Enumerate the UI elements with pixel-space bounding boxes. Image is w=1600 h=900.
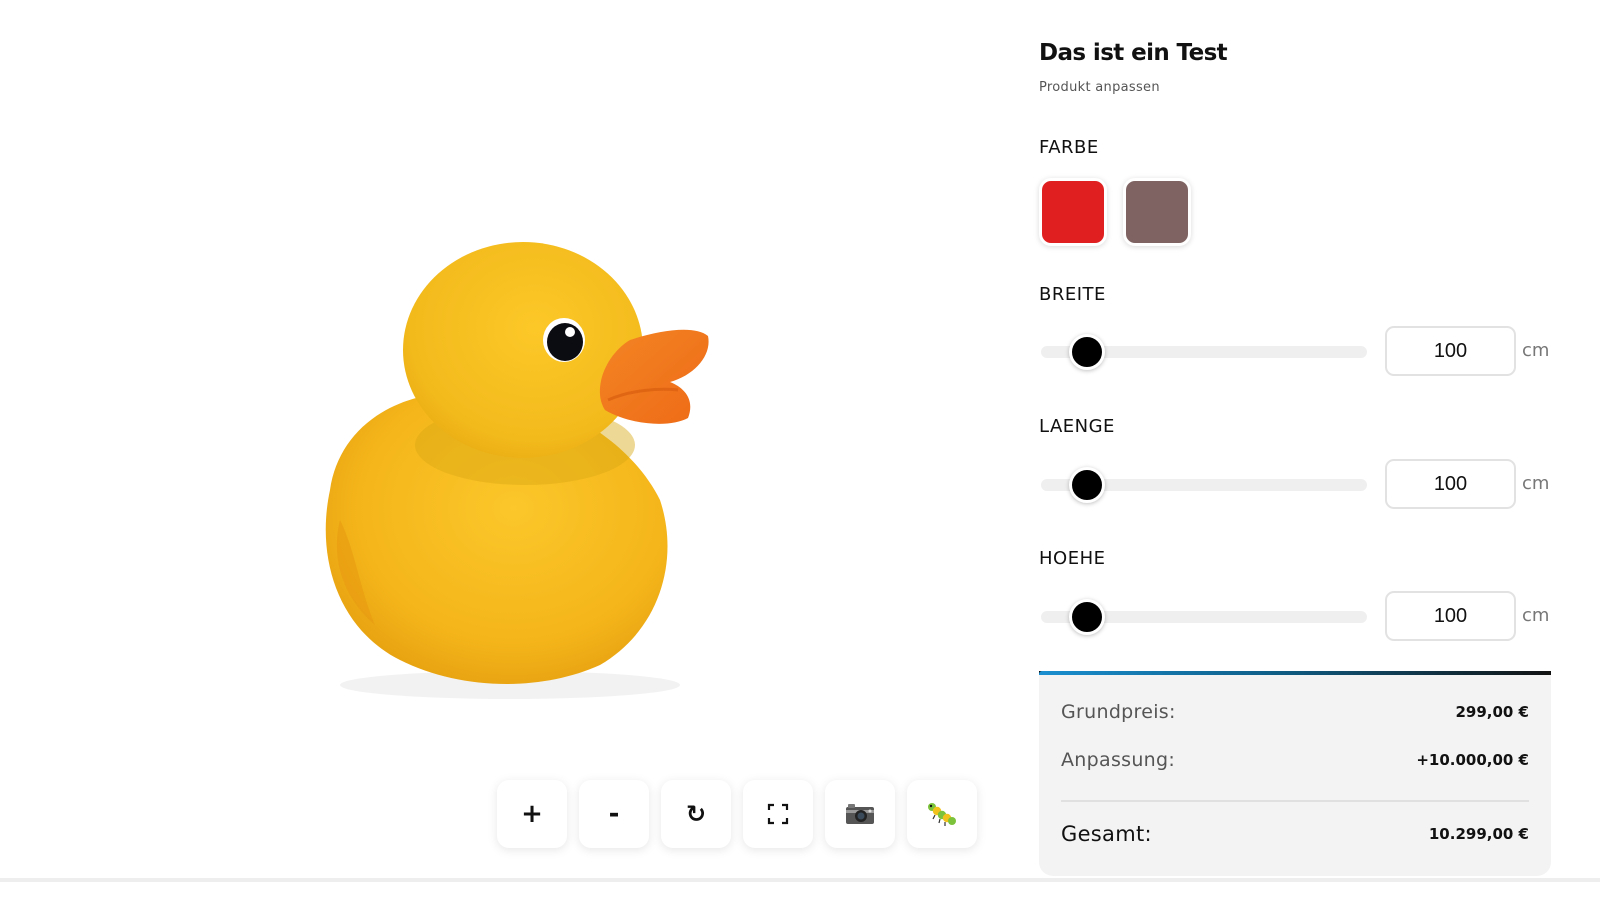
hoehe-input[interactable]	[1385, 591, 1516, 641]
configurator-panel: Das ist ein Test Produkt anpassen FARBE …	[1039, 30, 1554, 876]
rotate-icon: ↻	[685, 800, 707, 828]
zoom-in-button[interactable]: +	[497, 780, 567, 848]
fullscreen-icon	[767, 803, 789, 825]
base-price-value: 299,00 €	[1455, 703, 1529, 721]
farbe-label: FARBE	[1039, 137, 1099, 158]
viewer-toolbar: + - ↻	[497, 780, 977, 848]
hoehe-slider-row: cm	[1039, 591, 1554, 643]
total-value: 10.299,00 €	[1428, 825, 1529, 843]
screenshot-button[interactable]	[825, 780, 895, 848]
laenge-slider-thumb[interactable]	[1068, 467, 1105, 503]
laenge-slider-row: cm	[1039, 459, 1554, 511]
base-price-row: Grundpreis: 299,00 €	[1061, 701, 1529, 723]
duck-model[interactable]	[300, 230, 730, 710]
adjustment-label: Anpassung:	[1061, 749, 1176, 771]
fullscreen-button[interactable]	[743, 780, 813, 848]
adjustment-row: Anpassung: +10.000,00 €	[1061, 749, 1529, 771]
hoehe-unit: cm	[1522, 605, 1550, 626]
base-price-label: Grundpreis:	[1061, 701, 1176, 723]
hoehe-slider-thumb[interactable]	[1068, 599, 1105, 635]
zoom-out-button[interactable]: -	[579, 780, 649, 848]
laenge-unit: cm	[1522, 473, 1550, 494]
debug-button[interactable]	[907, 780, 977, 848]
price-accent-bar	[1039, 671, 1551, 675]
breite-slider-row: cm	[1039, 326, 1554, 378]
product-subtitle: Produkt anpassen	[1039, 80, 1160, 95]
3d-viewer[interactable]: + - ↻	[0, 0, 1020, 900]
total-label: Gesamt:	[1061, 822, 1152, 846]
bug-icon	[926, 801, 958, 827]
adjustment-value: +10.000,00 €	[1416, 751, 1529, 769]
product-title: Das ist ein Test	[1039, 40, 1228, 66]
bottom-divider	[0, 878, 1600, 882]
breite-slider-thumb[interactable]	[1068, 334, 1105, 370]
laenge-input[interactable]	[1385, 459, 1516, 509]
color-swatches	[1039, 178, 1191, 246]
price-summary: Grundpreis: 299,00 € Anpassung: +10.000,…	[1039, 671, 1551, 876]
laenge-label: LAENGE	[1039, 416, 1115, 437]
price-divider	[1061, 800, 1529, 802]
plus-icon: +	[521, 799, 543, 829]
breite-unit: cm	[1522, 340, 1550, 361]
total-row: Gesamt: 10.299,00 €	[1061, 822, 1529, 846]
hoehe-label: HOEHE	[1039, 548, 1106, 569]
color-swatch-red[interactable]	[1039, 178, 1107, 246]
color-swatch-taupe[interactable]	[1123, 178, 1191, 246]
reset-view-button[interactable]: ↻	[661, 780, 731, 848]
breite-input[interactable]	[1385, 326, 1516, 376]
minus-icon: -	[608, 799, 620, 829]
breite-label: BREITE	[1039, 284, 1106, 305]
camera-icon	[845, 803, 875, 825]
